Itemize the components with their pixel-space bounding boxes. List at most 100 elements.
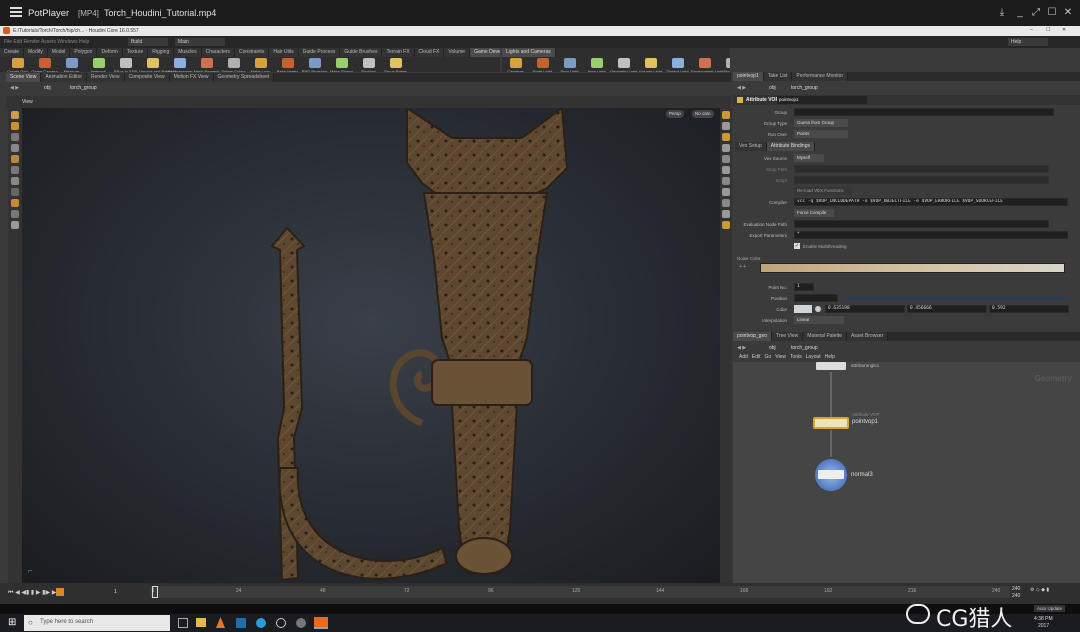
reload-button[interactable]: Re-load VEX Functions: [794, 187, 852, 195]
clock-time[interactable]: 4:38 PM: [1034, 616, 1053, 622]
houdini-min-icon[interactable]: –: [1030, 27, 1033, 33]
persp-button[interactable]: Persp: [666, 110, 684, 118]
task-view-icon[interactable]: [178, 618, 188, 628]
run-over-menu[interactable]: Points: [794, 130, 848, 138]
color-r-field[interactable]: 0.635198: [825, 305, 905, 313]
color-picker-icon[interactable]: [815, 306, 821, 312]
display-icon-9[interactable]: [722, 199, 730, 207]
display-icon-6[interactable]: [722, 166, 730, 174]
scene-pane-tab-1[interactable]: Animation Editor: [41, 73, 88, 82]
shelf-tool-10[interactable]: Bake Vertex: [274, 57, 301, 72]
group-type-menu[interactable]: Guess from Group: [794, 119, 848, 127]
key-icons[interactable]: ⚙ ◇ ◆ ▮: [1030, 587, 1049, 593]
display-icon-7[interactable]: [722, 177, 730, 185]
vex-source-menu[interactable]: Myself: [794, 154, 824, 162]
group-field[interactable]: [794, 108, 1054, 116]
rotate-tool-icon[interactable]: [11, 133, 19, 141]
minimize-icon[interactable]: _: [1014, 7, 1026, 19]
param-tab-1[interactable]: Take List: [763, 72, 793, 81]
ramp-add-icon[interactable]: + +: [739, 264, 746, 270]
display-icon-11[interactable]: [722, 221, 730, 229]
handle-tool-icon[interactable]: [11, 155, 19, 163]
file-explorer-icon[interactable]: [196, 618, 206, 627]
display-icon-5[interactable]: [722, 155, 730, 163]
compiler-field[interactable]: vcc -q $VOP_INCLUDEPATH -o $VOP_OBJECTFI…: [794, 198, 1068, 206]
app-icon-7[interactable]: [296, 618, 306, 628]
desktop-alt-menu[interactable]: Main: [175, 38, 225, 46]
param-path-obj[interactable]: obj: [769, 85, 776, 91]
shelf-tool-7[interactable]: Mesh Remesh: [193, 57, 220, 72]
houdini-close-icon[interactable]: ✕: [1062, 27, 1066, 33]
scene-pane-tab-2[interactable]: Render View: [87, 73, 125, 82]
app-icon-5[interactable]: [256, 618, 266, 628]
shelf-tool-0[interactable]: Create Geo: [4, 57, 31, 72]
shelf-tool-1[interactable]: Game Camera: [31, 57, 58, 72]
force-compile-button[interactable]: Force Compile: [794, 209, 834, 217]
render-region-icon[interactable]: [11, 221, 19, 229]
search-box[interactable]: ○ Type here to search: [24, 615, 170, 631]
display-icon-1[interactable]: [722, 111, 730, 119]
display-icon-8[interactable]: [722, 188, 730, 196]
shelf-tool-5[interactable]: Unpack and Remesh: [139, 57, 176, 72]
position-slider[interactable]: [843, 297, 1068, 300]
network-tab-2[interactable]: Material Palette: [803, 332, 848, 341]
scale-tool-icon[interactable]: [11, 144, 19, 152]
network-menu-add[interactable]: Add: [739, 354, 748, 360]
node-pointvop[interactable]: [813, 417, 849, 429]
network-path-obj[interactable]: obj: [769, 345, 776, 351]
light-tool-8[interactable]: Sky Light: [718, 57, 730, 72]
shelf-tool-3[interactable]: Network: [85, 57, 112, 72]
shelf-tool-2[interactable]: Measure: [58, 57, 85, 72]
magnet-tool-icon[interactable]: [11, 188, 19, 196]
shelf-tab-5[interactable]: Texture: [122, 48, 149, 57]
clock-date[interactable]: 2017: [1038, 623, 1049, 629]
network-menu-edit[interactable]: Edit: [752, 354, 761, 360]
node-top[interactable]: [816, 362, 846, 370]
vlc-icon[interactable]: [216, 617, 225, 628]
shelf-tool-13[interactable]: Packing: [355, 57, 382, 72]
network-canvas[interactable]: Geometry attribwrangle1 Attribute VOP po…: [733, 362, 1080, 583]
windows-start-icon[interactable]: ⊞: [8, 618, 18, 628]
maximize-icon[interactable]: ☐: [1046, 7, 1058, 19]
shelf-tab-12[interactable]: Guide Brushes: [340, 48, 383, 57]
node-normal[interactable]: [815, 459, 847, 491]
shelf-tab-10[interactable]: Hair Utils: [269, 48, 299, 57]
light-tool-2[interactable]: Spot Light: [556, 57, 583, 72]
network-tab-3[interactable]: Asset Browser: [847, 332, 889, 341]
network-back-icon[interactable]: ◀ ▶: [737, 345, 746, 351]
brush-tool-icon[interactable]: [11, 177, 19, 185]
path-obj[interactable]: obj: [44, 85, 51, 91]
network-tab-1[interactable]: Tree View: [772, 332, 804, 341]
shelf-tab-2[interactable]: Model: [47, 48, 71, 57]
shelf-tool-11[interactable]: RHD Projector: [301, 57, 328, 72]
light-tool-0[interactable]: Cameras: [502, 57, 529, 72]
shelf-tool-6[interactable]: UV Unwrapper: [166, 57, 193, 72]
light-tool-3[interactable]: Area Light: [583, 57, 610, 72]
point-no-field[interactable]: 1: [794, 283, 814, 291]
current-frame[interactable]: 1: [114, 589, 117, 595]
select-tool-icon[interactable]: [11, 111, 19, 119]
scene-pane-tab-5[interactable]: Geometry Spreadsheet: [213, 73, 275, 82]
view-tool-icon[interactable]: [11, 210, 19, 218]
display-icon-2[interactable]: [722, 122, 730, 130]
menu-row[interactable]: File Edit Render Assets Windows Help: [4, 39, 89, 45]
light-tool-7[interactable]: Environment Light: [691, 57, 723, 72]
auto-update-button[interactable]: Auto Update: [1034, 605, 1066, 612]
scene-pane-tab-3[interactable]: Composite View: [124, 73, 170, 82]
interp-menu[interactable]: Linear: [794, 316, 844, 324]
light-tool-4[interactable]: Geometry Light: [610, 57, 637, 72]
multithread-checkbox[interactable]: ✓: [794, 243, 800, 249]
shelf-tab-9[interactable]: Constraints: [235, 48, 270, 57]
shelf-tab-15[interactable]: Volume: [444, 48, 471, 57]
position-field[interactable]: [794, 294, 838, 302]
back-icon[interactable]: ◀ ▶: [10, 85, 19, 91]
color-ramp[interactable]: [760, 263, 1065, 273]
export-params-field[interactable]: *: [794, 231, 1068, 239]
eval-node-field[interactable]: [794, 220, 1049, 228]
shelf-tab-14[interactable]: Cloud FX: [414, 48, 445, 57]
shop-path-field[interactable]: [794, 165, 1049, 173]
shelf-tab-1[interactable]: Modify: [24, 48, 48, 57]
desktop-menu[interactable]: Build: [128, 38, 168, 46]
shelf-tool-9[interactable]: Make Loop: [247, 57, 274, 72]
display-icon-10[interactable]: [722, 210, 730, 218]
